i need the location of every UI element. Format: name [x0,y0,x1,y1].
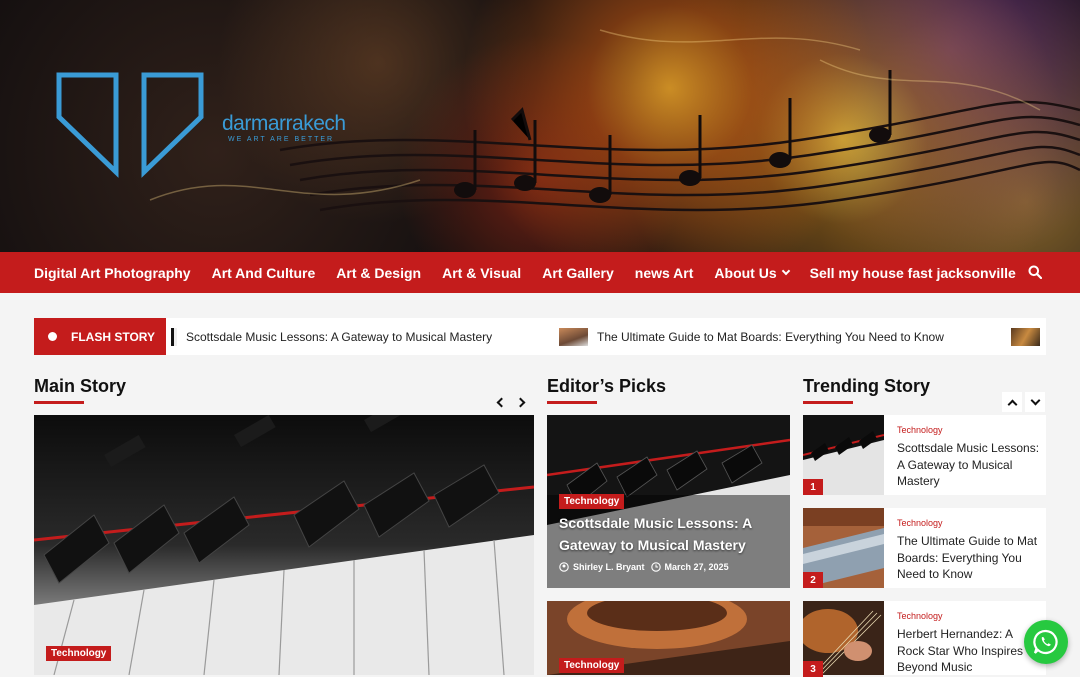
site-name[interactable]: darmarrakech [222,112,346,136]
nav-label: Art Gallery [542,264,614,281]
article-title[interactable]: Scottsdale Music Lessons: A Gateway to M… [559,512,779,556]
article-author[interactable]: Shirley L. Bryant [573,562,645,572]
ticker-thumbnail [171,327,177,346]
nav-item-art-and-culture[interactable]: Art And Culture [212,265,316,281]
trending-story-heading: Trending Story [803,376,931,396]
category-tag[interactable]: Technology [559,658,625,673]
ticker-text: The Ultimate Guide to Mat Boards: Everyt… [597,329,944,344]
main-nav: Digital Art Photography Art And Culture … [0,252,1080,293]
article-title[interactable]: The Ultimate Guide to Mat Boards: Everyt… [897,533,1042,583]
main-story-image[interactable]: Technology [34,415,534,675]
header-banner: darmarrakech WE ART ARE BETTER [0,0,1080,252]
nav-item-news-art[interactable]: news Art [635,265,694,281]
nav-label: Sell my house fast jacksonville [809,264,1016,281]
article-meta: Shirley L. Bryant March 27, 2025 [559,562,729,572]
trending-item[interactable]: 2 Technology The Ultimate Guide to Mat B… [803,508,1046,588]
nav-label: Art & Visual [442,264,522,281]
trending-item[interactable]: 1 Technology Scottsdale Music Lessons: A… [803,415,1046,495]
user-icon [559,562,569,572]
ticker-thumbnail [1011,328,1040,346]
scroll-up-button[interactable] [1002,392,1022,412]
rank-badge: 2 [803,572,823,588]
nav-label: About Us [714,264,777,281]
ticker-text: Scottsdale Music Lessons: A Gateway to M… [186,329,493,344]
category-link[interactable]: Technology [897,518,943,528]
chevron-left-icon [496,397,507,407]
whatsapp-button[interactable] [1024,620,1068,664]
whatsapp-icon [1033,629,1058,655]
editors-pick-card[interactable]: Technology Scottsdale Music Lessons: A G… [547,415,790,588]
ticker-item[interactable]: Scottsdale Music Lessons: A Gateway to M… [171,318,492,355]
chevron-right-icon [515,397,526,407]
trending-item[interactable]: 3 Technology Herbert Hernandez: A Rock S… [803,601,1046,677]
nav-item-about-us[interactable]: About Us [714,264,790,281]
piano-keys-image [34,415,534,675]
clock-icon [650,562,661,572]
site-tagline: WE ART ARE BETTER [228,136,335,143]
nav-item-art-visual[interactable]: Art & Visual [442,265,521,281]
next-arrow-button[interactable] [512,392,532,412]
prev-arrow-button[interactable] [490,392,510,412]
rank-badge: 1 [803,479,823,495]
chevron-down-icon [1030,395,1040,405]
scroll-down-button[interactable] [1025,392,1045,412]
nav-label: news Art [634,264,694,281]
heading-underline [803,401,853,404]
ticker-item[interactable]: The Ultimate Guide to Mat Boards: Everyt… [559,318,944,355]
chevron-down-icon [781,266,790,275]
category-tag[interactable]: Technology [46,646,112,661]
nav-label: Art And Culture [211,264,316,281]
nav-label: Art & Design [336,264,422,281]
flash-label-text: FLASH STORY [71,329,156,344]
site-logo[interactable] [56,72,206,182]
editors-pick-card[interactable]: Technology [547,601,790,675]
main-story-heading: Main Story [34,376,127,396]
category-link[interactable]: Technology [897,611,943,621]
article-date: March 27, 2025 [664,562,729,572]
chevron-up-icon [1007,399,1017,409]
flash-story-label: FLASH STORY [34,318,166,355]
heading-underline [34,401,84,404]
flash-story-bar: FLASH STORY Scottsdale Music Lessons: A … [34,318,1046,355]
editors-picks-heading: Editor’s Picks [547,376,667,396]
article-title[interactable]: Scottsdale Music Lessons: A Gateway to M… [897,440,1042,490]
category-tag[interactable]: Technology [559,494,625,509]
live-dot-icon [48,332,57,341]
nav-item-digital-art-photography[interactable]: Digital Art Photography [34,265,191,281]
category-link[interactable]: Technology [897,425,943,435]
nav-item-art-gallery[interactable]: Art Gallery [542,265,614,281]
nav-item-sell-house[interactable]: Sell my house fast jacksonville [810,265,1016,281]
search-icon[interactable] [1028,265,1042,279]
heading-underline [547,401,597,404]
nav-label: Digital Art Photography [34,264,191,281]
ticker-thumbnail [559,327,588,346]
article-title[interactable]: Herbert Hernandez: A Rock Star Who Inspi… [897,626,1042,676]
nav-item-art-design[interactable]: Art & Design [336,265,421,281]
